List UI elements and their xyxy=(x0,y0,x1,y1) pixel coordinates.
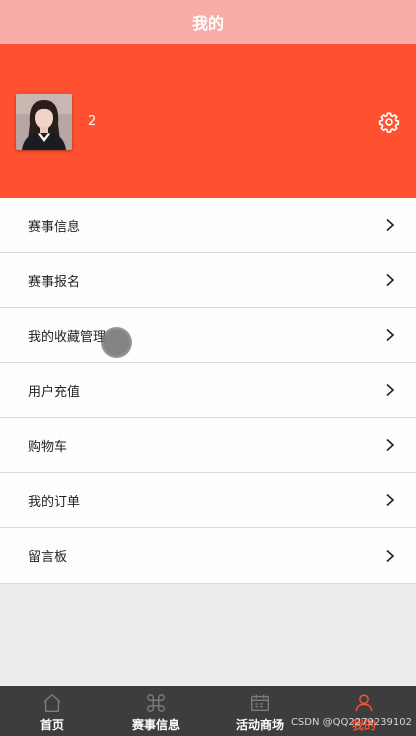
tab-activity-mall[interactable]: 活动商场 xyxy=(208,686,312,736)
menu-item-label: 留言板 xyxy=(28,550,68,565)
avatar[interactable] xyxy=(16,94,72,150)
settings-gear-icon[interactable] xyxy=(378,111,400,133)
menu-item-cart[interactable]: 购物车 xyxy=(0,418,416,473)
chevron-right-icon xyxy=(386,383,395,397)
chevron-right-icon xyxy=(386,218,395,232)
menu-item-message-board[interactable]: 留言板 xyxy=(0,528,416,583)
tab-label: 活动商场 xyxy=(235,718,284,732)
chevron-right-icon xyxy=(386,493,395,507)
bottom-tab-bar: 首页 赛事信息 活动商场 我的 xyxy=(0,686,416,736)
menu-item-label: 我的收藏管理 xyxy=(28,329,107,345)
tab-event-info[interactable]: 赛事信息 xyxy=(104,686,208,736)
avatar-photo xyxy=(16,94,72,150)
top-title-bar: 我的 xyxy=(0,0,416,44)
menu-item-event-registration[interactable]: 赛事报名 xyxy=(0,253,416,308)
menu-item-recharge[interactable]: 用户充值 xyxy=(0,363,416,418)
tab-mine[interactable]: 我的 xyxy=(312,686,416,736)
menu-list: 赛事信息 赛事报名 我的收藏管理 用户充值 购物车 我的订单 留言板 xyxy=(0,198,416,584)
calendar-icon xyxy=(251,694,269,712)
menu-item-label: 我的订单 xyxy=(28,494,81,510)
chevron-right-icon xyxy=(386,549,395,562)
command-icon xyxy=(147,694,165,712)
profile-banner: 2 xyxy=(0,44,416,198)
menu-item-event-info[interactable]: 赛事信息 xyxy=(0,198,416,253)
menu-item-orders[interactable]: 我的订单 xyxy=(0,473,416,528)
chevron-right-icon xyxy=(386,273,395,287)
menu-item-label: 赛事报名 xyxy=(28,274,81,290)
tab-label: 首页 xyxy=(39,718,64,732)
page-title: 我的 xyxy=(191,14,224,33)
menu-item-label: 用户充值 xyxy=(28,384,81,400)
chevron-right-icon xyxy=(386,328,395,342)
user-icon xyxy=(355,694,373,712)
menu-item-favorites[interactable]: 我的收藏管理 xyxy=(0,308,416,363)
menu-item-label: 赛事信息 xyxy=(28,219,81,235)
watermark: CSDN @QQ2279239102 xyxy=(290,717,412,728)
touch-indicator xyxy=(101,327,132,358)
username: 2 xyxy=(88,114,97,129)
tab-label: 赛事信息 xyxy=(131,718,180,732)
tab-home[interactable]: 首页 xyxy=(0,686,104,736)
chevron-right-icon xyxy=(386,438,395,452)
home-icon xyxy=(43,694,61,712)
menu-item-label: 购物车 xyxy=(28,439,68,455)
